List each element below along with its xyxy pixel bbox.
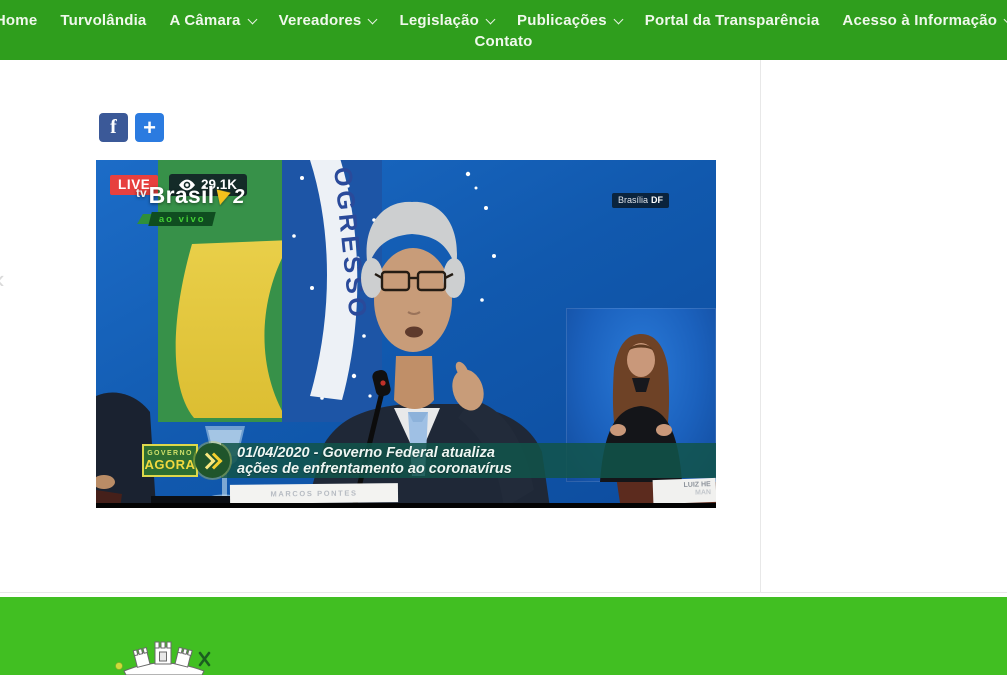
nav-item-acesso-informacao[interactable]: Acesso à Informação bbox=[842, 12, 1007, 29]
location-city: Brasília bbox=[618, 195, 648, 205]
logo-name: Brasil bbox=[149, 184, 215, 207]
nav-label: Home bbox=[0, 12, 37, 29]
nav-label: A Câmara bbox=[169, 12, 240, 29]
program-arrow-icon bbox=[195, 443, 230, 478]
nav-item-home[interactable]: Home bbox=[0, 12, 37, 29]
nav-item-contato[interactable]: Contato bbox=[474, 33, 532, 50]
nav-item-vereadores[interactable]: Vereadores bbox=[279, 12, 377, 29]
ao-vivo-tag: ao vivo bbox=[148, 212, 215, 226]
tv-brasil-logo: tv Brasil 2 bbox=[136, 184, 245, 207]
live-video-player[interactable]: OGRESSO bbox=[96, 160, 716, 508]
municipal-coat-of-arms bbox=[112, 635, 212, 675]
share-buttons: f + bbox=[99, 113, 164, 142]
nav-label: Portal da Transparência bbox=[645, 12, 820, 29]
chevron-down-icon bbox=[247, 14, 257, 24]
facebook-share-button[interactable]: f bbox=[99, 113, 128, 142]
slider-prev-icon[interactable]: ‹ bbox=[0, 264, 5, 295]
nameplate-right-line2: MAN bbox=[653, 489, 711, 499]
program-name-bottom: AGORA bbox=[145, 458, 196, 471]
chevron-down-icon bbox=[368, 14, 378, 24]
main-navbar: Home Turvolândia A Câmara Vereadores Leg… bbox=[0, 0, 1007, 60]
ao-vivo-label: ao vivo bbox=[159, 214, 206, 225]
content-bottom-divider bbox=[0, 592, 1007, 593]
chevron-down-icon bbox=[613, 14, 623, 24]
nav-item-legislacao[interactable]: Legislação bbox=[399, 12, 494, 29]
nav-label: Legislação bbox=[399, 12, 479, 29]
nav-item-publicacoes[interactable]: Publicações bbox=[517, 12, 622, 29]
more-share-button[interactable]: + bbox=[135, 113, 164, 142]
nav-label: Contato bbox=[474, 33, 532, 50]
logo-flash-icon bbox=[217, 185, 233, 205]
governo-agora-logo: GOVERNO AGORA bbox=[142, 444, 198, 477]
nav-item-a-camara[interactable]: A Câmara bbox=[169, 12, 255, 29]
nav-label: Vereadores bbox=[279, 12, 362, 29]
location-badge: Brasília DF bbox=[612, 193, 669, 208]
nameplate-right: LUIZ HE MAN bbox=[653, 478, 716, 504]
logo-tv: tv bbox=[136, 186, 147, 200]
content-sidebar-divider bbox=[760, 60, 761, 592]
location-uf: DF bbox=[651, 195, 663, 205]
nav-label: Turvolândia bbox=[60, 12, 146, 29]
logo-number: 2 bbox=[233, 187, 244, 207]
nameplate-left: MARCOS PONTES bbox=[230, 483, 398, 504]
nav-label: Publicações bbox=[517, 12, 607, 29]
letterbox-bar bbox=[96, 503, 716, 508]
nav-row-2: Contato bbox=[0, 33, 1007, 50]
nav-item-portal-transparencia[interactable]: Portal da Transparência bbox=[645, 12, 820, 29]
nav-label: Acesso à Informação bbox=[842, 12, 997, 29]
plus-share-icon: + bbox=[143, 117, 156, 139]
chevron-down-icon bbox=[486, 14, 496, 24]
page-footer bbox=[0, 597, 1007, 675]
facebook-icon: f bbox=[110, 116, 117, 139]
caption-line-2: ações de enfrentamento ao coronavírus bbox=[237, 461, 716, 477]
caption-line-1: 01/04/2020 - Governo Federal atualiza bbox=[237, 445, 716, 461]
nav-row-1: Home Turvolândia A Câmara Vereadores Leg… bbox=[0, 0, 1007, 29]
nav-item-turvolandia[interactable]: Turvolândia bbox=[60, 12, 146, 29]
lower-third-caption: 01/04/2020 - Governo Federal atualiza aç… bbox=[221, 443, 716, 478]
